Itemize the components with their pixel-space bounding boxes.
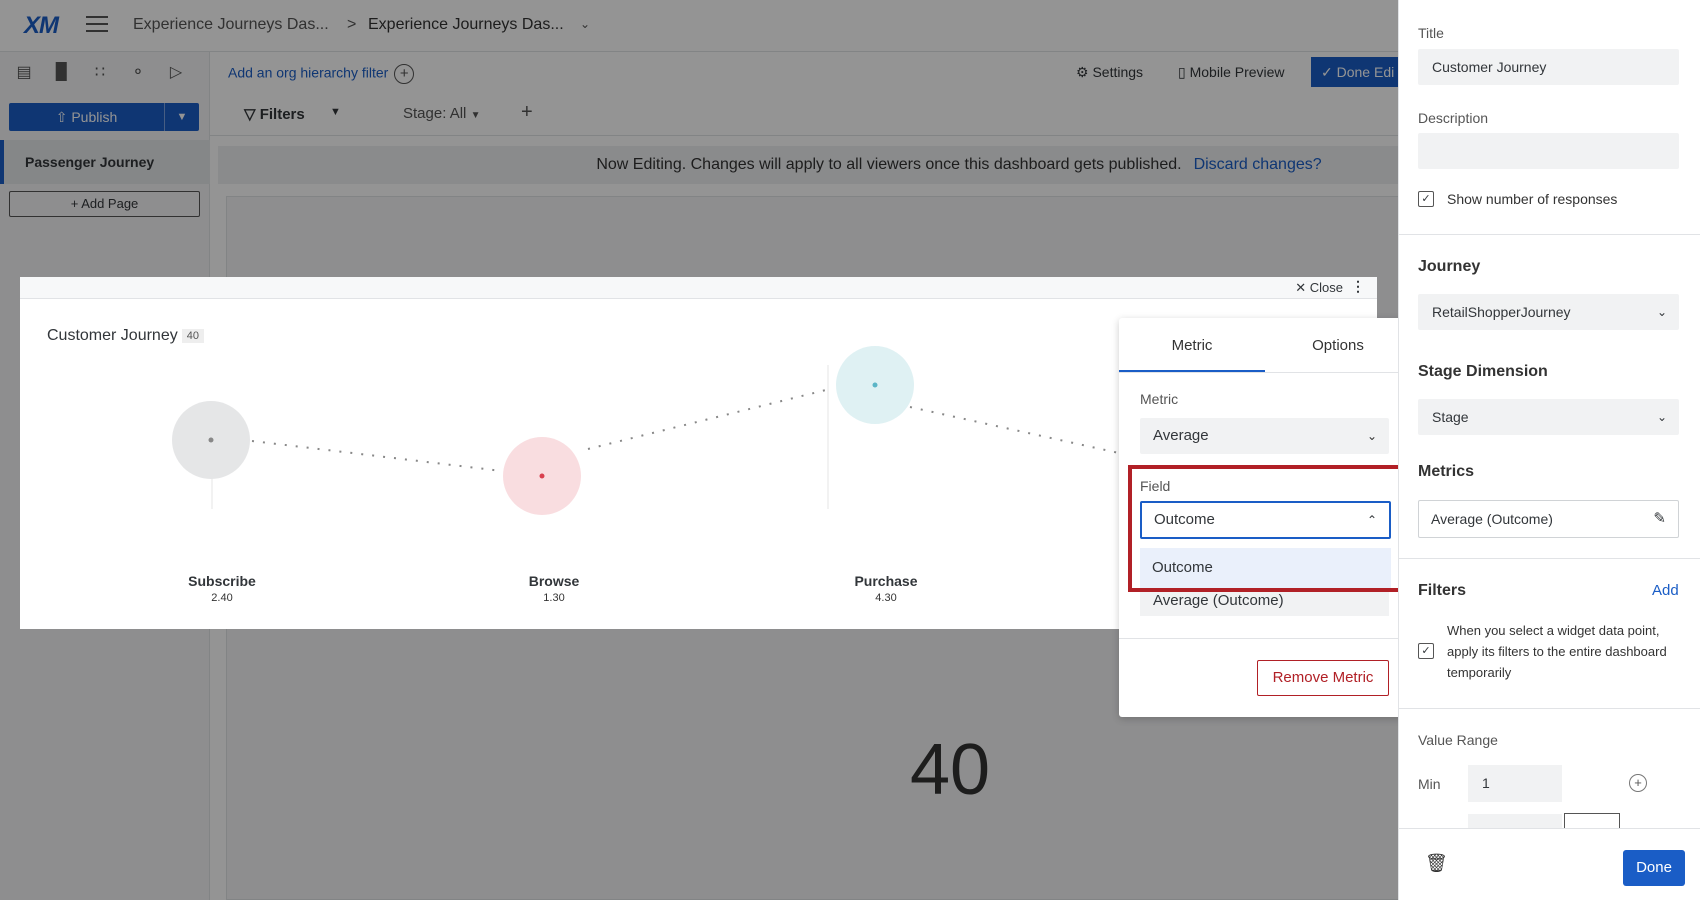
stage-dimension-value: Stage	[1432, 409, 1469, 425]
field-option-outcome[interactable]: Outcome	[1140, 548, 1391, 588]
remove-metric-button[interactable]: Remove Metric	[1257, 660, 1389, 696]
stage-label-browse: Browse 1.30	[494, 573, 614, 604]
plus-circle-icon[interactable]: +	[1629, 774, 1647, 792]
metric-label: Metric	[1140, 391, 1179, 407]
done-button[interactable]: Done	[1623, 850, 1685, 886]
metric-select[interactable]: Average ⌄	[1140, 418, 1389, 454]
pencil-icon[interactable]: ✎	[1653, 501, 1666, 537]
show-responses-label: Show number of responses	[1447, 191, 1618, 207]
divider	[1399, 234, 1700, 235]
tab-metric[interactable]: Metric	[1119, 318, 1265, 372]
chevron-down-icon: ⌄	[1656, 305, 1667, 319]
field-select-value: Outcome	[1154, 511, 1215, 528]
chevron-up-icon: ⌃	[1366, 513, 1377, 527]
stage-dot-subscribe	[208, 437, 214, 443]
apply-filters-checkbox[interactable]: ✓	[1418, 643, 1434, 659]
description-input[interactable]	[1418, 133, 1679, 169]
chevron-down-icon: ⌄	[1656, 410, 1667, 424]
divider	[1119, 638, 1411, 639]
trash-icon[interactable]: 🗑	[1425, 853, 1448, 874]
widget-edit-panel: Title Customer Journey Description ✓ Sho…	[1398, 0, 1700, 900]
stage-dimension-heading: Stage Dimension	[1418, 363, 1548, 380]
metrics-heading: Metrics	[1418, 463, 1475, 480]
max-input[interactable]	[1468, 814, 1562, 828]
close-icon: ✕	[1295, 280, 1307, 295]
stage-name: Subscribe	[188, 573, 256, 589]
min-input[interactable]: 1	[1468, 765, 1562, 802]
close-button[interactable]: ✕ Close	[1295, 280, 1343, 296]
color-picker[interactable]	[1564, 813, 1620, 828]
stage-name: Browse	[528, 573, 580, 589]
popover-tabs: Metric Options	[1119, 318, 1411, 373]
stage-dot-purchase	[872, 382, 878, 388]
field-highlight-box: Field Outcome ⌃ Outcome	[1128, 465, 1403, 592]
filters-heading: Filters	[1418, 582, 1467, 599]
journey-heading: Journey	[1418, 258, 1481, 275]
journey-connector	[587, 388, 831, 450]
min-label: Min	[1418, 776, 1441, 792]
stage-value: 2.40	[211, 592, 233, 604]
kebab-menu-icon[interactable]: ⋮	[1351, 278, 1365, 295]
add-filter-link[interactable]: Add	[1652, 582, 1679, 599]
chevron-down-icon: ⌄	[1366, 429, 1377, 443]
widget-header: ✕ Close ⋮	[20, 277, 1377, 299]
stage-dimension-select[interactable]: Stage ⌄	[1418, 399, 1679, 435]
stage-dot-browse	[539, 473, 545, 479]
divider	[1399, 558, 1700, 559]
show-responses-checkbox[interactable]: ✓	[1418, 191, 1434, 207]
stage-name: Purchase	[854, 573, 918, 589]
metric-item[interactable]: Average (Outcome) ✎	[1418, 500, 1679, 538]
apply-filters-label: When you select a widget data point, app…	[1447, 623, 1667, 680]
stage-value: 4.30	[875, 592, 897, 604]
value-range-label: Value Range	[1418, 732, 1498, 748]
stage-label-subscribe: Subscribe 2.40	[162, 573, 282, 604]
title-label: Title	[1418, 25, 1444, 41]
panel-footer: 🗑 Done	[1399, 828, 1700, 900]
metric-popover: Metric Options Metric Average ⌄ Average …	[1119, 318, 1411, 717]
divider	[1399, 708, 1700, 709]
close-label: Close	[1309, 280, 1343, 295]
metric-item-label: Average (Outcome)	[1431, 511, 1553, 527]
journey-connector	[909, 406, 1129, 456]
journey-select[interactable]: RetailShopperJourney ⌄	[1418, 294, 1679, 330]
tab-options[interactable]: Options	[1265, 318, 1411, 372]
description-label: Description	[1418, 110, 1489, 126]
title-input[interactable]: Customer Journey	[1418, 49, 1679, 85]
metric-select-value: Average	[1153, 427, 1209, 444]
journey-connector	[251, 440, 503, 472]
stage-value: 1.30	[543, 592, 565, 604]
field-select[interactable]: Outcome ⌃	[1140, 501, 1391, 539]
stage-label-purchase: Purchase 4.30	[826, 573, 946, 604]
journey-select-value: RetailShopperJourney	[1432, 304, 1571, 320]
field-label: Field	[1140, 478, 1171, 494]
